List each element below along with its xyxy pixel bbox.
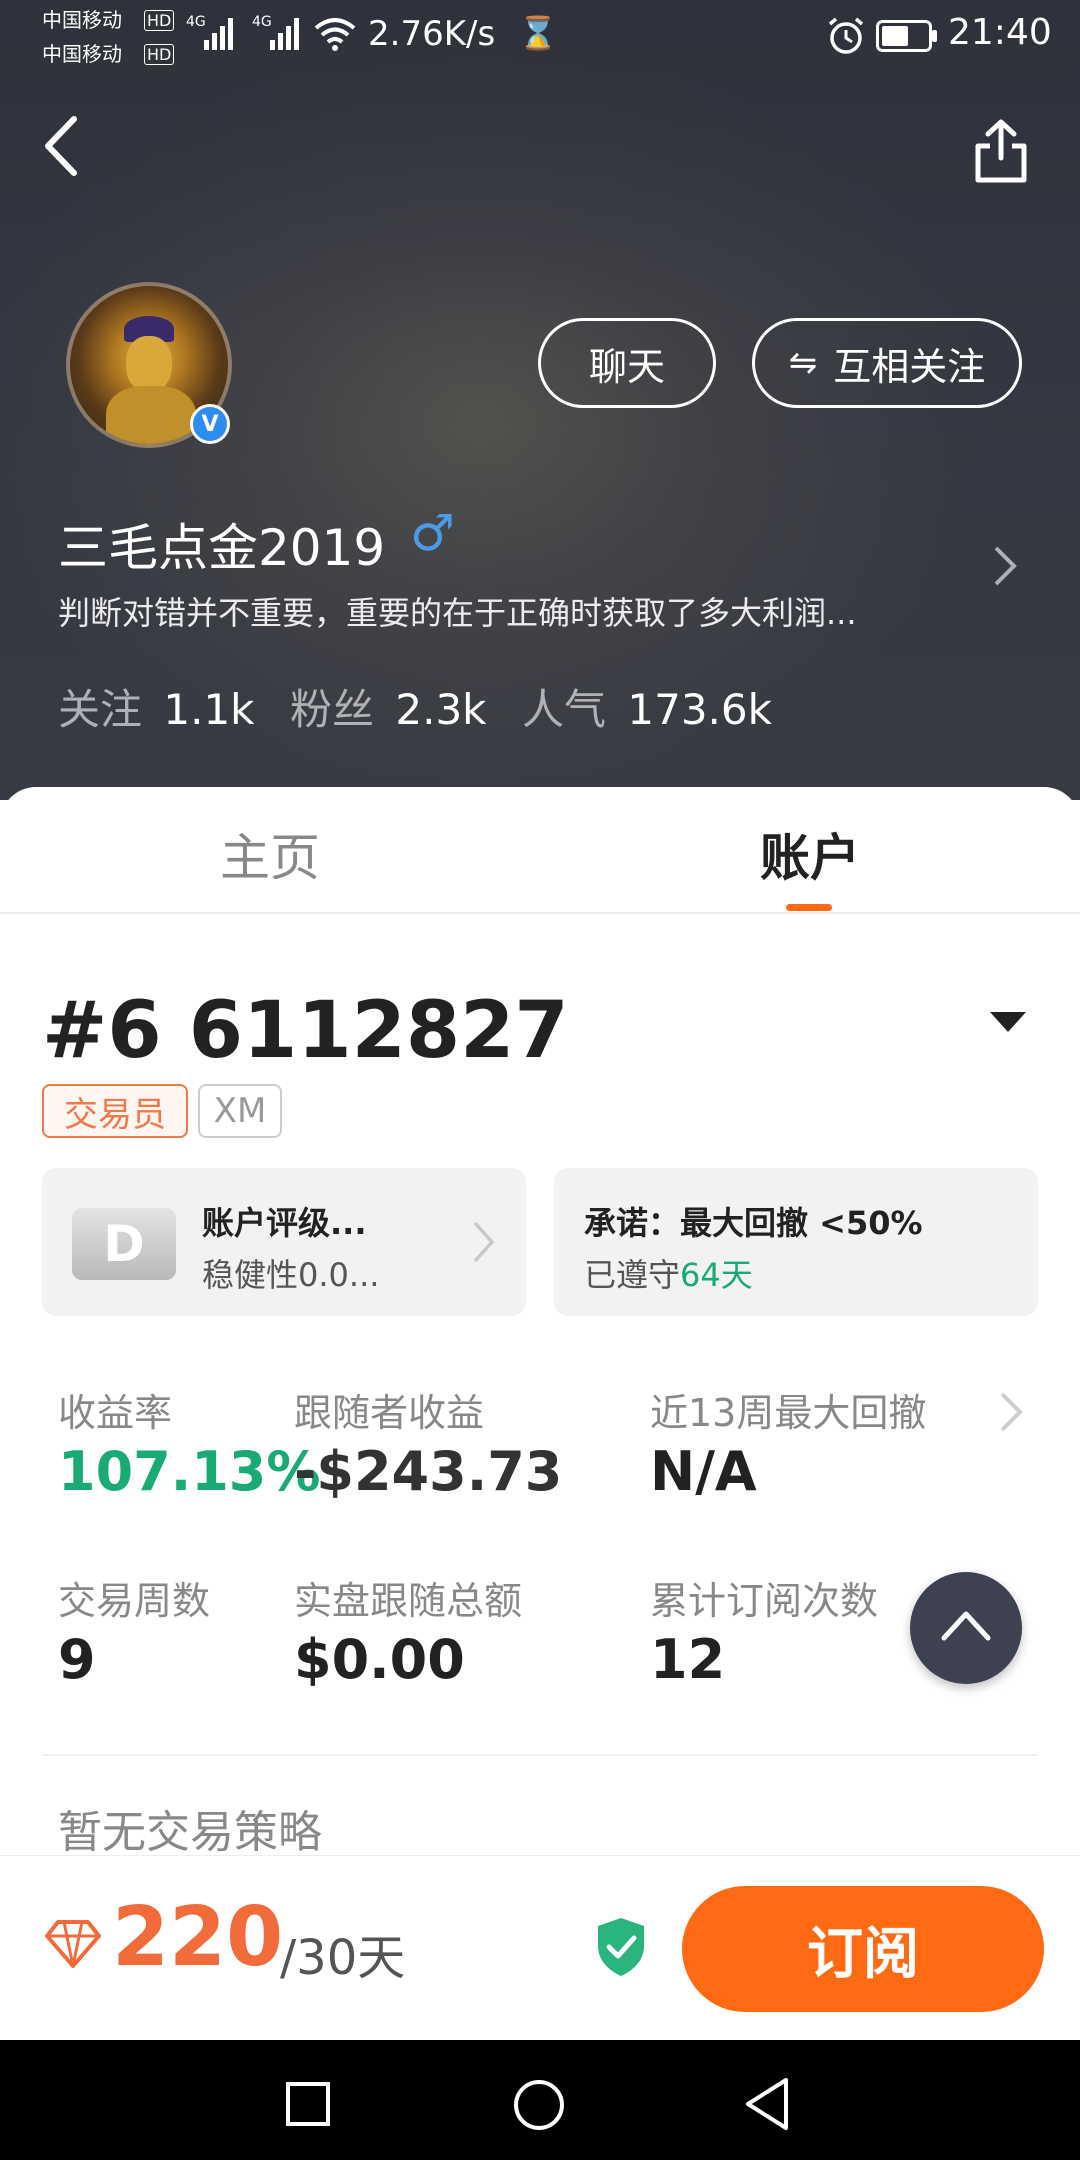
clock: 21:40 [948, 12, 1052, 53]
promise-card: 承诺：最大回撤 <50% 已遵守64天 [554, 1168, 1038, 1316]
signal-icon [204, 18, 233, 50]
section-divider [42, 1754, 1038, 1756]
share-icon[interactable] [972, 118, 1030, 184]
metric-label-live-follow-total: 实盘跟随总额 [294, 1579, 523, 1623]
diamond-icon [45, 1920, 101, 1968]
metric-value-return: 107.13% [58, 1440, 321, 1503]
subscribe-button[interactable]: 订阅 [682, 1886, 1044, 2012]
swap-arrows-icon: ⇋ [788, 343, 818, 383]
battery-icon [876, 20, 937, 52]
stat-popularity: 人气 173.6k [522, 676, 772, 737]
metric-label-max-drawdown: 近13周最大回撤 [650, 1391, 927, 1435]
promise-days: 64天 [680, 1256, 753, 1294]
chevron-right-icon [473, 1221, 495, 1263]
subscribe-period: /30天 [280, 1930, 406, 1986]
stat-following-value: 1.1k [163, 685, 255, 734]
profile-bio[interactable]: 判断对错并不重要，重要的在于正确时获取了多大利润... [58, 588, 938, 634]
alarm-icon [828, 17, 864, 54]
home-circle-icon[interactable] [512, 2078, 566, 2132]
system-navigation-bar [0, 2040, 1080, 2160]
trader-tag: 交易员 [42, 1084, 188, 1138]
metric-label-trade-weeks: 交易周数 [58, 1579, 211, 1623]
stat-popularity-value: 173.6k [627, 685, 772, 734]
rating-title: 账户评级... [202, 1204, 367, 1242]
hd-badge-2: HD [144, 44, 175, 65]
mutual-follow-button[interactable]: ⇋ 互相关注 [752, 318, 1022, 408]
metric-label-subscriptions: 累计订阅次数 [650, 1579, 879, 1623]
scroll-to-top-button[interactable] [910, 1572, 1022, 1684]
metric-value-subscriptions: 12 [650, 1628, 726, 1691]
stat-fans-value: 2.3k [395, 685, 487, 734]
male-gender-icon: ♂ [410, 504, 455, 562]
recent-apps-icon[interactable] [284, 2080, 332, 2128]
profile-name: 三毛点金2019 [58, 519, 386, 577]
tab-home[interactable]: 主页 [130, 818, 410, 890]
content-card [0, 787, 1080, 1847]
tab-account[interactable]: 账户 [670, 818, 950, 890]
stat-fans[interactable]: 粉丝 2.3k [290, 676, 487, 737]
mutual-follow-label: 互相关注 [833, 344, 986, 389]
dropdown-arrow-icon[interactable] [988, 1010, 1028, 1034]
chevron-up-icon [941, 1611, 991, 1641]
rating-d-badge: D [72, 1208, 176, 1280]
signal-icon-2 [270, 18, 299, 50]
verified-badge-icon: V [190, 404, 230, 444]
metric-value-max-drawdown: N/A [650, 1440, 757, 1503]
carrier-2: 中国移动 [42, 42, 122, 66]
tab-divider [0, 912, 1080, 914]
metric-label-follower-profit: 跟随者收益 [294, 1391, 485, 1435]
carrier-1: 中国移动 [42, 8, 122, 32]
back-arrow-icon[interactable] [40, 115, 86, 177]
subscribe-price: 220 [112, 1890, 284, 1985]
metric-label-return: 收益率 [58, 1391, 173, 1435]
strategy-empty-note: 暂无交易策略 [58, 1807, 322, 1858]
chat-button-label: 聊天 [588, 344, 665, 389]
rating-subtitle: 稳健性0.0... [202, 1256, 380, 1294]
promise-kept-label: 已遵守 [584, 1256, 681, 1294]
chat-button[interactable]: 聊天 [538, 318, 716, 408]
hd-badge-1: HD [144, 10, 175, 31]
tab-active-indicator [786, 904, 832, 911]
wifi-icon [314, 18, 356, 51]
metric-value-follower-profit: -$243.73 [294, 1440, 563, 1503]
broker-tag: XM [198, 1084, 282, 1138]
stat-following-label: 关注 [58, 685, 143, 734]
subscribe-bar: 220 /30天 订阅 [0, 1855, 1080, 2041]
network-speed: 2.76K/s [368, 14, 496, 54]
stat-fans-label: 粉丝 [290, 685, 375, 734]
status-bar: 中国移动 中国移动 HD HD 4G 4G 2.76K/s ⌛ 21:40 [0, 0, 1080, 70]
back-triangle-icon[interactable] [742, 2076, 792, 2132]
metric-value-trade-weeks: 9 [58, 1628, 96, 1691]
chevron-right-icon[interactable] [998, 1390, 1024, 1434]
hourglass-icon: ⌛ [518, 14, 558, 52]
stat-following[interactable]: 关注 1.1k [58, 676, 255, 737]
metric-value-live-follow-total: $0.00 [294, 1628, 465, 1691]
account-number: #6 6112827 [42, 986, 569, 1076]
stat-popularity-label: 人气 [522, 685, 607, 734]
chevron-right-icon[interactable] [992, 544, 1018, 588]
network-type-1: 4G [186, 14, 206, 30]
account-rating-card[interactable]: D 账户评级... 稳健性0.0... [42, 1168, 526, 1316]
shield-check-icon [598, 1918, 644, 1976]
promise-subtitle: 已遵守64天 [584, 1250, 753, 1296]
promise-title: 承诺：最大回撤 <50% [584, 1204, 923, 1242]
network-type-2: 4G [252, 14, 272, 30]
